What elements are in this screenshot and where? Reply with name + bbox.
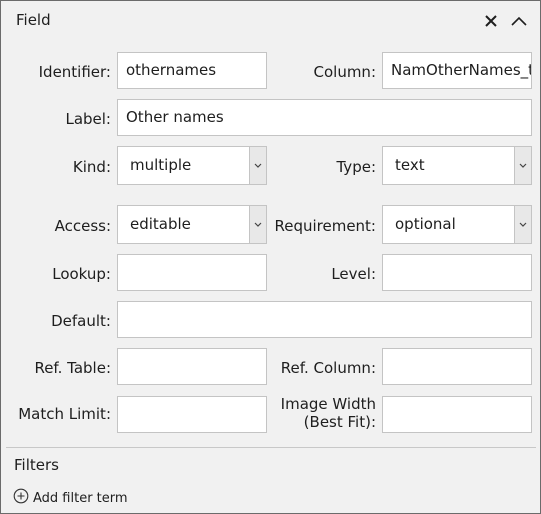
column-input[interactable]: NamOtherNames_t (382, 52, 532, 89)
match-limit-label: Match Limit: (18, 405, 111, 423)
chevron-up-icon[interactable] (507, 9, 531, 33)
kind-label: Kind: (72, 158, 111, 176)
lookup-input[interactable] (117, 254, 267, 291)
match-limit-input[interactable] (117, 396, 267, 433)
image-width-label: Image Width (Best Fit): (281, 395, 376, 431)
kind-select[interactable]: multiple (117, 146, 267, 185)
level-label: Level: (331, 265, 376, 283)
ref-table-input[interactable] (117, 348, 267, 385)
add-filter-label: Add filter term (33, 490, 128, 506)
level-input[interactable] (382, 254, 532, 291)
add-filter-button[interactable]: Add filter term (13, 488, 128, 508)
chevron-down-icon[interactable] (249, 206, 266, 243)
default-label: Default: (51, 312, 111, 330)
requirement-label: Requirement: (274, 217, 376, 235)
chevron-down-icon[interactable] (249, 147, 266, 184)
type-select[interactable]: text (382, 146, 532, 185)
ref-column-label: Ref. Column: (280, 359, 376, 377)
chevron-down-icon[interactable] (514, 147, 531, 184)
column-label: Column: (313, 63, 377, 81)
image-width-label-line2: (Best Fit): (303, 413, 376, 431)
identifier-input[interactable]: othernames (117, 52, 267, 89)
panel-title: Field (16, 11, 51, 29)
kind-value: multiple (130, 156, 192, 174)
panel-header: Field (1, 1, 540, 41)
ref-table-label: Ref. Table: (34, 359, 111, 377)
field-panel: Field Identifier: othernames Column: Nam… (0, 0, 541, 514)
access-select[interactable]: editable (117, 205, 267, 244)
lookup-label: Lookup: (52, 265, 111, 283)
identifier-label: Identifier: (38, 63, 111, 81)
requirement-select[interactable]: optional (382, 205, 532, 244)
access-label: Access: (54, 217, 111, 235)
image-width-label-line1: Image Width (280, 395, 376, 413)
plus-circle-icon (13, 488, 29, 508)
default-input[interactable] (117, 301, 532, 338)
requirement-value: optional (395, 215, 456, 233)
ref-column-input[interactable] (382, 348, 532, 385)
image-width-input[interactable] (382, 396, 532, 433)
label-label: Label: (65, 110, 111, 128)
type-value: text (395, 156, 425, 174)
filters-title: Filters (14, 456, 59, 474)
section-divider (6, 447, 536, 448)
chevron-down-icon[interactable] (514, 206, 531, 243)
label-input[interactable]: Other names (117, 99, 532, 136)
type-label: Type: (336, 158, 376, 176)
access-value: editable (130, 215, 191, 233)
close-icon[interactable] (479, 9, 503, 33)
